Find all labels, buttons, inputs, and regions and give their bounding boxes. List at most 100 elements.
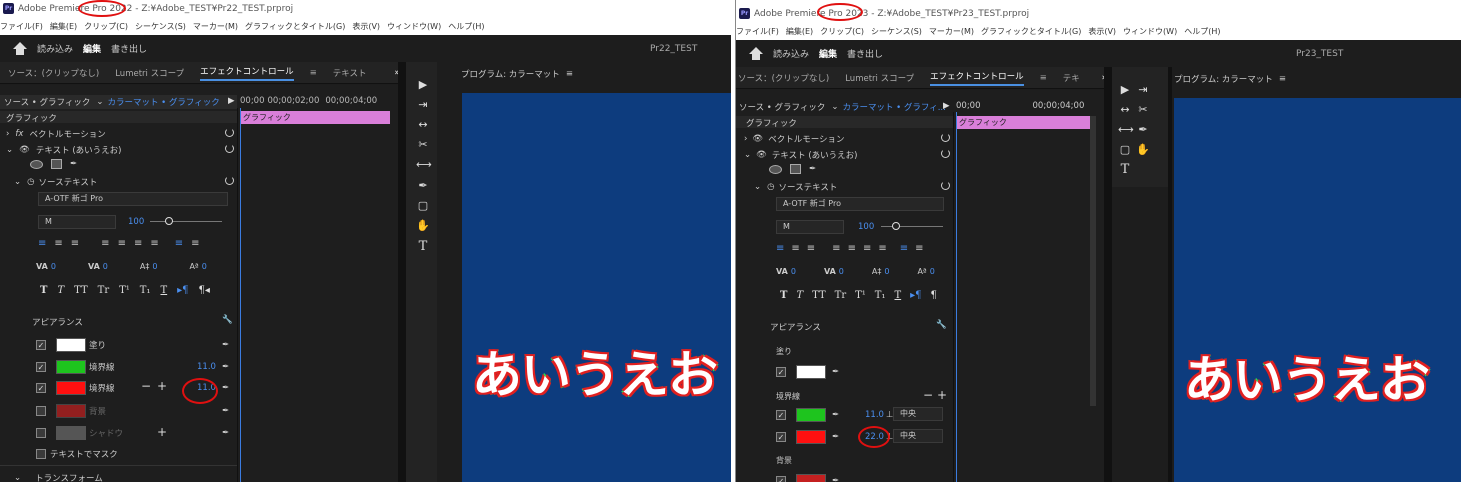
eye-icon[interactable]: 👁: [752, 134, 763, 144]
fill-checkbox[interactable]: ✓: [36, 340, 46, 350]
home-icon[interactable]: [749, 46, 763, 61]
baseline-value[interactable]: 0: [202, 262, 207, 271]
caps-icon[interactable]: TT: [812, 290, 826, 301]
workspace-export[interactable]: 書き出し: [111, 42, 147, 55]
weight-dropdown[interactable]: M: [38, 215, 116, 229]
justify-all-icon[interactable]: ≡: [150, 238, 158, 249]
menu-view[interactable]: 表示(V): [352, 21, 380, 32]
eye-icon[interactable]: 👁: [19, 145, 30, 155]
menu-marker[interactable]: マーカー(M): [929, 26, 974, 37]
align-left-icon[interactable]: ≡: [38, 238, 46, 249]
sequence-label[interactable]: カラーマット • グラフィック: [107, 96, 219, 108]
font-dropdown[interactable]: A-OTF 新ゴ Pro: [38, 192, 228, 206]
reset-icon[interactable]: [225, 176, 234, 185]
plus-icon[interactable]: +: [157, 379, 167, 393]
pen-tool-icon[interactable]: ✒: [416, 180, 430, 192]
justify-right-icon[interactable]: ≡: [134, 238, 142, 249]
track-select-tool-icon[interactable]: ⇥: [1136, 84, 1150, 96]
justify-right-icon[interactable]: ≡: [863, 243, 871, 254]
canvas-text[interactable]: あいうえお: [471, 335, 720, 407]
stroke2-checkbox[interactable]: ✓: [36, 383, 46, 393]
underline-icon[interactable]: T: [894, 290, 901, 301]
transform-row[interactable]: ⌄ トランスフォーム: [14, 472, 103, 482]
timeline-ruler[interactable]: 00;00 00;00;04;00: [956, 101, 1084, 111]
menu-graphics[interactable]: グラフィックとタイトル(G): [245, 21, 345, 32]
eyedropper-icon[interactable]: ✒: [222, 383, 229, 393]
menu-icon[interactable]: ≡: [1279, 74, 1286, 84]
bg-checkbox[interactable]: [36, 406, 46, 416]
selection-tool-icon[interactable]: ▶: [416, 79, 430, 91]
eyedropper-icon[interactable]: ✒: [832, 432, 839, 442]
shadow-checkbox[interactable]: [36, 428, 46, 438]
menu-view[interactable]: 表示(V): [1088, 26, 1116, 37]
font-size-slider[interactable]: [150, 221, 222, 222]
bg-swatch[interactable]: [56, 404, 86, 418]
pen-icon[interactable]: ✒: [70, 159, 77, 169]
pen-icon[interactable]: ✒: [809, 164, 816, 174]
play-icon[interactable]: ▶: [943, 101, 950, 111]
menu-sequence[interactable]: シーケンス(S): [135, 21, 186, 32]
eyedropper-icon[interactable]: ✒: [832, 367, 839, 377]
ripple-tool-icon[interactable]: ↔: [416, 119, 430, 131]
tab-text[interactable]: テキスト: [333, 67, 367, 79]
align-right-icon[interactable]: ≡: [807, 243, 815, 254]
rtl-icon[interactable]: ¶: [931, 290, 937, 301]
bg-swatch[interactable]: [796, 474, 826, 482]
tab-lumetri[interactable]: Lumetri スコープ: [115, 67, 184, 79]
reset-icon[interactable]: [941, 181, 950, 190]
tab-lumetri[interactable]: Lumetri スコープ: [845, 72, 914, 84]
align-center-icon[interactable]: ≡: [791, 243, 799, 254]
fill-checkbox[interactable]: ✓: [776, 367, 786, 377]
font-size-value[interactable]: 100: [128, 217, 144, 227]
menu-icon[interactable]: ≡: [1040, 73, 1047, 83]
eyedropper-icon[interactable]: ✒: [832, 410, 839, 420]
tab-text[interactable]: テキ: [1063, 72, 1080, 84]
menu-window[interactable]: ウィンドウ(W): [387, 21, 441, 32]
tracking-value[interactable]: 0: [103, 262, 108, 271]
razor-tool-icon[interactable]: ✂: [416, 139, 430, 151]
stroke-width[interactable]: 11.0: [865, 410, 884, 420]
tracking-value[interactable]: 0: [839, 267, 844, 276]
fill-swatch[interactable]: [796, 365, 826, 379]
workspace-import[interactable]: 読み込み: [37, 42, 73, 55]
selection-tool-icon[interactable]: ▶: [1118, 84, 1132, 96]
stroke-width[interactable]: 11.0: [197, 362, 216, 372]
type-tool-icon[interactable]: T: [1118, 163, 1132, 176]
ellipse-mask-icon[interactable]: [30, 159, 43, 169]
workspace-export[interactable]: 書き出し: [847, 47, 883, 60]
justify-center-icon[interactable]: ≡: [848, 243, 856, 254]
razor-tool-icon[interactable]: ✂: [1136, 104, 1150, 116]
underline-icon[interactable]: T: [160, 285, 167, 296]
minus-icon[interactable]: −: [141, 379, 151, 393]
program-monitor-canvas[interactable]: [462, 93, 731, 482]
rect-mask-icon[interactable]: [51, 159, 62, 169]
weight-dropdown[interactable]: M: [776, 220, 844, 234]
align-left-icon[interactable]: ≡: [776, 243, 784, 254]
text-center-icon[interactable]: ≡: [191, 238, 199, 249]
bold-icon[interactable]: T: [780, 290, 787, 301]
small-caps-icon[interactable]: Tr: [835, 290, 846, 301]
slider-handle[interactable]: [165, 217, 173, 225]
rectangle-tool-icon[interactable]: ▢: [1118, 144, 1132, 156]
playhead[interactable]: [240, 108, 241, 482]
source-label[interactable]: ソース • グラフィック: [4, 96, 90, 108]
menu-edit[interactable]: 編集(E): [50, 21, 77, 32]
stroke2-swatch[interactable]: [796, 430, 826, 444]
subscript-icon[interactable]: T₁: [140, 285, 151, 296]
menu-clip[interactable]: クリップ(C): [820, 26, 864, 37]
stroke-swatch[interactable]: [796, 408, 826, 422]
tab-effect-controls[interactable]: エフェクトコントロール: [930, 70, 1024, 86]
wrench-icon[interactable]: 🔧: [936, 320, 947, 330]
font-dropdown[interactable]: A-OTF 新ゴ Pro: [776, 197, 944, 211]
menu-window[interactable]: ウィンドウ(W): [1123, 26, 1177, 37]
justify-left-icon[interactable]: ≡: [101, 238, 109, 249]
justify-left-icon[interactable]: ≡: [832, 243, 840, 254]
timeline-ruler[interactable]: 00;00 00;00;02;00 00;00;04;00: [240, 96, 377, 106]
stroke2-position-dropdown[interactable]: 中央: [893, 429, 943, 443]
source-text-row[interactable]: ⌄ ◷ ソーステキスト: [754, 181, 837, 193]
eyedropper-icon[interactable]: ✒: [222, 340, 229, 350]
italic-icon[interactable]: T: [796, 290, 803, 301]
eyedropper-icon[interactable]: ✒: [222, 406, 229, 416]
program-monitor-tab[interactable]: プログラム: カラーマット ≡: [1174, 73, 1286, 85]
menu-edit[interactable]: 編集(E): [786, 26, 813, 37]
